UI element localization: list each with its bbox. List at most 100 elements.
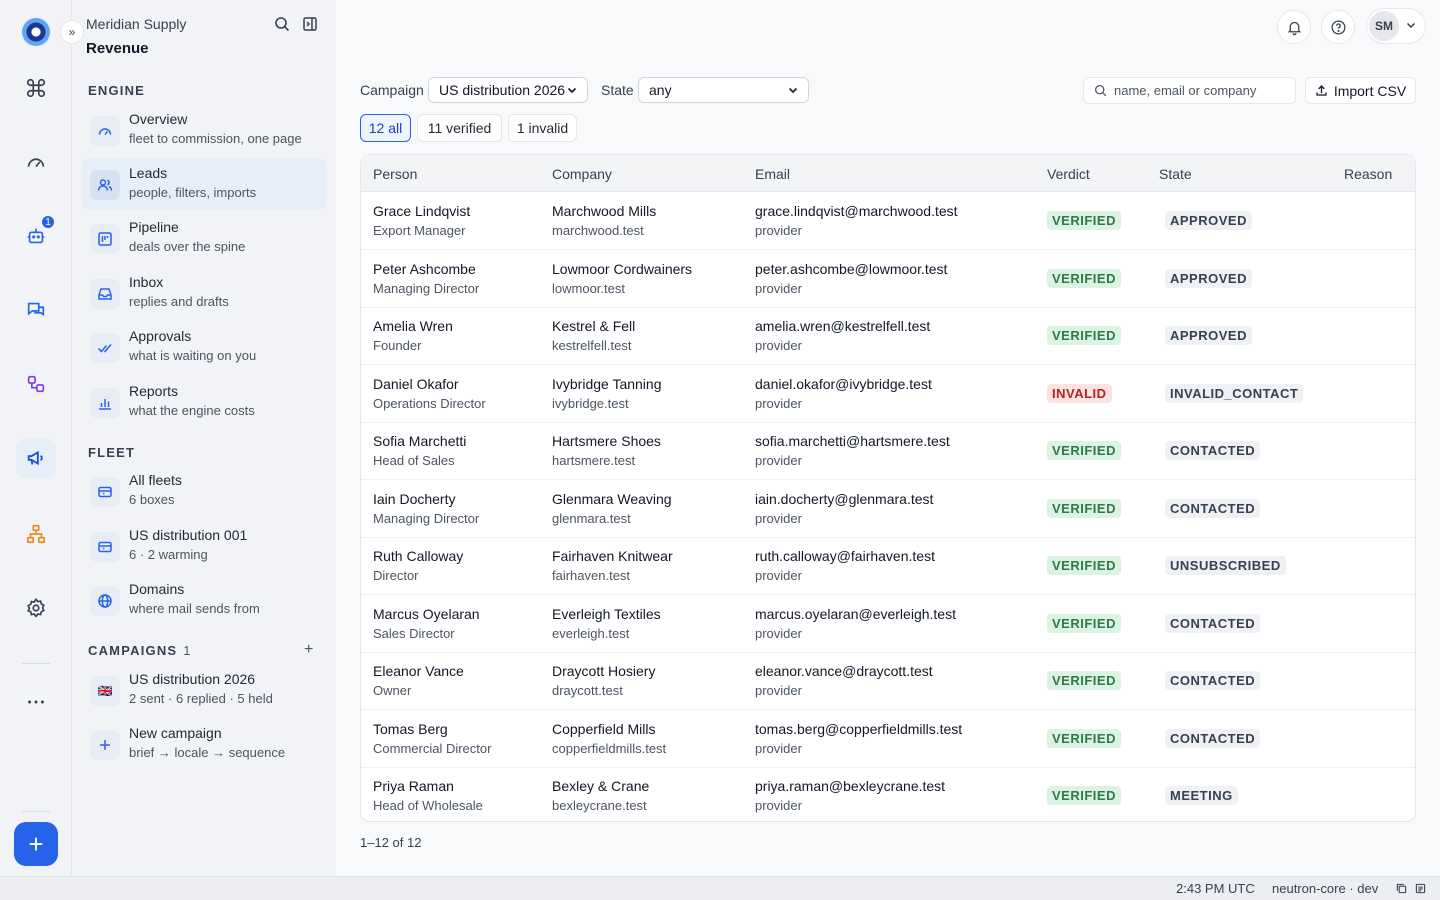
- add-campaign-button[interactable]: +: [304, 641, 313, 659]
- state-badge: APPROVED: [1165, 211, 1252, 230]
- column-header-person[interactable]: Person: [373, 166, 417, 182]
- megaphone-icon: [27, 450, 43, 466]
- rail-bot-button[interactable]: 1: [16, 214, 56, 256]
- nav-item-new-campaign[interactable]: New campaign brief → locale → sequence: [82, 718, 326, 770]
- import-csv-button[interactable]: Import CSV: [1305, 77, 1416, 104]
- table-row[interactable]: Marcus Oyelaran Sales Director Everleigh T…: [361, 595, 1415, 653]
- table-row[interactable]: Tomas Berg Commercial Director Copperfield…: [361, 710, 1415, 768]
- email-address[interactable]: ruth.calloway@fairhaven.test: [755, 548, 935, 564]
- nav-item-us-distribution-2026[interactable]: 🇬🇧 US distribution 2026 2 sent · 6 repli…: [82, 664, 326, 716]
- email-address[interactable]: iain.docherty@glenmara.test: [755, 491, 933, 507]
- verdict-badge: VERIFIED: [1047, 613, 1121, 633]
- email-address[interactable]: daniel.okafor@ivybridge.test: [755, 376, 932, 392]
- table-row[interactable]: Daniel Okafor Operations Director Ivybridg…: [361, 365, 1415, 423]
- company-name: Everleigh Textiles: [552, 605, 661, 622]
- column-header-email[interactable]: Email: [755, 166, 790, 182]
- rail-settings-button[interactable]: [16, 588, 56, 628]
- filter-chip-invalid[interactable]: 1 invalid: [508, 114, 577, 142]
- column-header-verdict[interactable]: Verdict: [1047, 166, 1090, 182]
- expand-sidebar-button[interactable]: »: [60, 20, 84, 44]
- email-address[interactable]: amelia.wren@kestrelfell.test: [755, 318, 930, 334]
- nav-item-overview[interactable]: Overview fleet to commission, one page: [82, 104, 326, 156]
- person-title: Head of Sales: [373, 453, 455, 468]
- rail-org-button[interactable]: [16, 514, 56, 554]
- filter-chip-all[interactable]: 12 all: [360, 114, 411, 142]
- sidebar-search-button[interactable]: [272, 14, 292, 34]
- state-select[interactable]: any: [638, 77, 809, 103]
- double-check-icon: [97, 344, 112, 353]
- email-address[interactable]: priya.raman@bexleycrane.test: [755, 778, 945, 794]
- rail-messages-button[interactable]: [16, 290, 56, 330]
- table-row[interactable]: Grace Lindqvist Export Manager Marchwood M…: [361, 192, 1415, 250]
- nav-item-title: Reports: [129, 383, 179, 399]
- email-address[interactable]: tomas.berg@copperfieldmills.test: [755, 721, 962, 737]
- nav-item-subtitle: where mail sends from: [129, 601, 260, 616]
- nav-item-inbox[interactable]: Inbox replies and drafts: [82, 267, 326, 319]
- rail-overview-button[interactable]: [16, 142, 56, 182]
- copy-icon[interactable]: [1396, 883, 1407, 894]
- rail-command-button[interactable]: [16, 68, 56, 108]
- create-new-button[interactable]: +: [14, 822, 58, 866]
- verdict-badge: VERIFIED: [1047, 326, 1121, 345]
- person-title: Managing Director: [373, 510, 480, 526]
- nav-item-reports[interactable]: Reports what the engine costs: [82, 376, 326, 428]
- log-icon[interactable]: [1415, 883, 1426, 894]
- campaign-filter-label: Campaign: [360, 82, 424, 98]
- notifications-button[interactable]: [1277, 10, 1311, 44]
- nav-item-title: Domains: [129, 581, 185, 597]
- campaign-select-value: US distribution 2026: [439, 82, 566, 98]
- table-row[interactable]: Amelia Wren Founder Kestrel & Fell kestrelf…: [361, 307, 1415, 365]
- nav-item-title: US distribution 001: [129, 527, 248, 543]
- nav-item-approvals[interactable]: Approvals what is waiting on you: [82, 321, 326, 373]
- nav-item-pipeline[interactable]: Pipeline deals over the spine: [82, 212, 326, 264]
- person-name: Ruth Calloway: [373, 548, 464, 564]
- help-button[interactable]: [1321, 10, 1355, 44]
- person-title: Export Manager: [373, 223, 466, 238]
- table-row[interactable]: Iain Docherty Managing Director Glenmara W…: [361, 480, 1415, 538]
- collapse-sidebar-button[interactable]: [300, 14, 320, 34]
- state-badge: APPROVED: [1165, 326, 1252, 345]
- status-environment: neutron-core · dev: [1272, 881, 1379, 896]
- email-address[interactable]: sofia.marchetti@hartsmere.test: [755, 433, 950, 449]
- email-address[interactable]: grace.lindqvist@marchwood.test: [755, 203, 958, 219]
- app-logo-icon[interactable]: [22, 18, 50, 46]
- column-header-company[interactable]: Company: [552, 166, 612, 182]
- nav-item-subtitle: 2 sent · 6 replied · 5 held: [129, 691, 273, 706]
- email-address[interactable]: eleanor.vance@draycott.test: [755, 663, 933, 679]
- icon-rail: 1 +: [0, 0, 72, 876]
- verdict-badge: VERIFIED: [1047, 268, 1121, 288]
- rail-divider: [22, 811, 50, 812]
- table-row[interactable]: Eleanor Vance Owner Draycott Hosiery drayco…: [361, 652, 1415, 710]
- account-menu-button[interactable]: SM: [1366, 8, 1426, 44]
- table-row[interactable]: Sofia Marchetti Head of Sales Hartsmere Sh…: [361, 422, 1415, 480]
- column-header-reason[interactable]: Reason: [1344, 166, 1392, 182]
- users-icon: [97, 179, 113, 191]
- table-row[interactable]: Ruth Calloway Director Fairhaven Knitwear f…: [361, 537, 1415, 595]
- table-row[interactable]: Peter Ashcombe Managing Director Lowmoor C…: [361, 250, 1415, 308]
- search-input[interactable]: [1114, 83, 1294, 98]
- state-badge: APPROVED: [1165, 268, 1252, 288]
- table-row[interactable]: Priya Raman Head of Wholesale Bexley & Cra…: [361, 767, 1415, 821]
- email-address[interactable]: peter.ashcombe@lowmoor.test: [755, 261, 947, 277]
- status-bar: 2:43 PM UTC neutron-core · dev: [0, 876, 1440, 900]
- filter-chip-verified[interactable]: 11 verified: [417, 114, 502, 142]
- column-header-state[interactable]: State: [1159, 166, 1192, 182]
- rail-more-button[interactable]: [16, 682, 56, 722]
- campaign-select[interactable]: US distribution 2026: [428, 77, 588, 103]
- nav-item-leads[interactable]: Leads people, filters, imports: [82, 158, 326, 210]
- help-circle-icon: [1330, 19, 1346, 35]
- nav-item-title: Overview: [129, 111, 188, 127]
- command-icon: [26, 78, 46, 98]
- email-address[interactable]: marcus.oyelaran@everleigh.test: [755, 606, 956, 622]
- verdict-badge: VERIFIED: [1047, 211, 1121, 230]
- rail-campaigns-button[interactable]: [16, 438, 56, 478]
- nav-item-domains[interactable]: Domains where mail sends from: [82, 574, 326, 626]
- nav-item-all-fleets[interactable]: All fleets 6 boxes: [82, 465, 326, 517]
- nav-item-us-distribution-001[interactable]: US distribution 001 6 · 2 warming: [82, 520, 326, 572]
- person-title: Operations Director: [373, 395, 486, 411]
- nav-item-subtitle: replies and drafts: [129, 294, 229, 309]
- rail-flow-button[interactable]: [16, 364, 56, 404]
- fleet-icon: [98, 486, 112, 498]
- nav-item-subtitle: what is waiting on you: [129, 348, 257, 363]
- chevron-down-icon: [567, 87, 577, 94]
